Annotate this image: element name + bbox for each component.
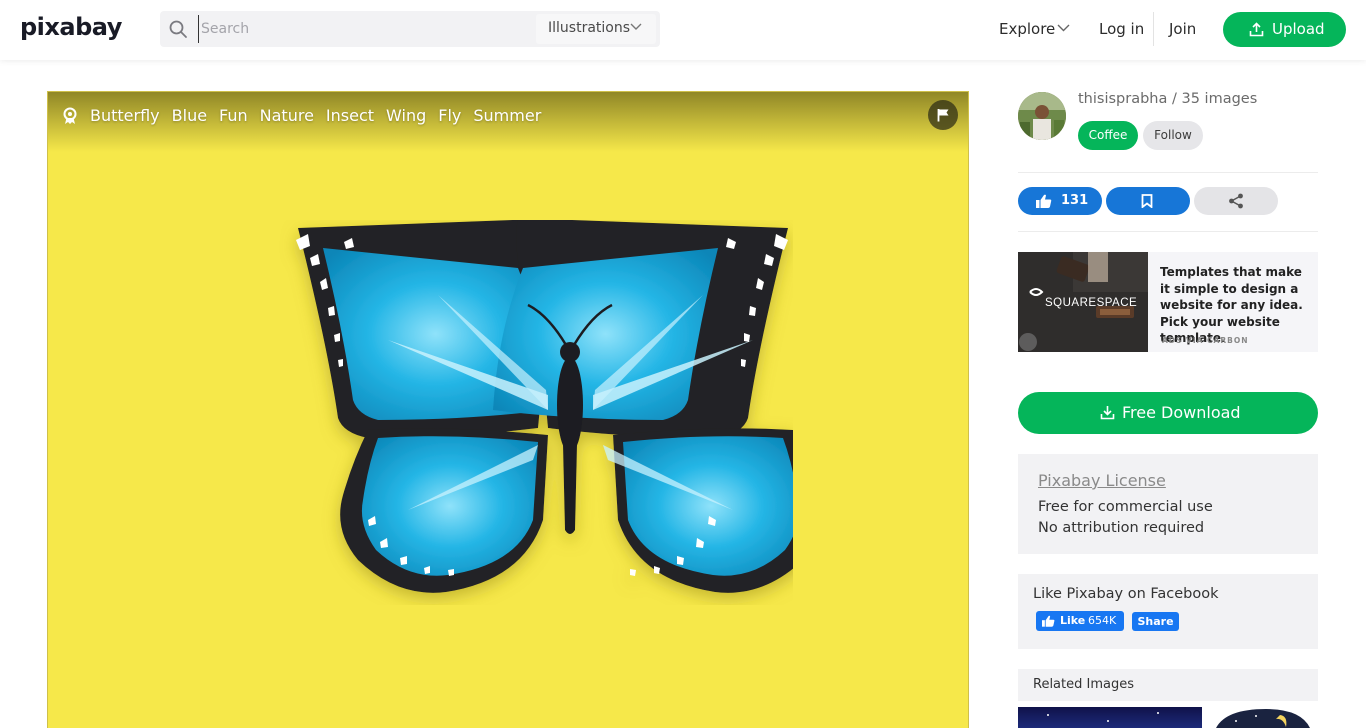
report-button[interactable] xyxy=(928,100,958,130)
explore-menu[interactable]: Explore xyxy=(999,20,1070,38)
related-images-header: Related Images xyxy=(1018,669,1318,701)
facebook-like-count: 654K xyxy=(1088,614,1117,627)
pixabay-logo[interactable]: pixabay xyxy=(20,13,122,41)
facebook-like-button[interactable]: Like 654K xyxy=(1036,611,1124,631)
share-icon xyxy=(1229,193,1243,209)
squarespace-ad-image: SQUARESPACE xyxy=(1018,252,1148,352)
bookmark-icon xyxy=(1141,194,1153,208)
ad-text[interactable]: Templates that make it simple to design … xyxy=(1160,264,1310,347)
license-box: Pixabay License Free for commercial use … xyxy=(1018,454,1318,554)
ad-via-label[interactable]: ADS VIA CARBON xyxy=(1162,336,1249,345)
avatar-image xyxy=(1018,92,1066,140)
bookmark-button[interactable] xyxy=(1106,187,1190,215)
flag-icon xyxy=(937,109,949,122)
chevron-down-icon xyxy=(630,23,642,30)
main-image[interactable]: Butterfly Blue Fun Nature Insect Wing Fl… xyxy=(47,91,969,728)
upload-icon xyxy=(1249,22,1264,37)
tag-link[interactable]: Blue xyxy=(172,106,207,125)
license-link[interactable]: Pixabay License xyxy=(1038,471,1166,490)
tag-link[interactable]: Wing xyxy=(386,106,426,125)
search-bar: Illustrations xyxy=(160,11,660,47)
share-button[interactable] xyxy=(1194,187,1278,215)
facebook-share-button[interactable]: Share xyxy=(1132,612,1179,631)
author-name-line[interactable]: thisisprabha / 35 images xyxy=(1078,91,1257,107)
author-avatar[interactable] xyxy=(1018,92,1066,140)
chevron-down-icon xyxy=(1057,24,1070,32)
follow-button[interactable]: Follow xyxy=(1143,121,1203,150)
tag-link[interactable]: Nature xyxy=(260,106,314,125)
upload-label: Upload xyxy=(1272,20,1325,38)
thumbs-up-icon xyxy=(1042,615,1055,627)
related-images-title: Related Images xyxy=(1033,677,1134,692)
facebook-box: Like Pixabay on Facebook Like 654K Share xyxy=(1018,574,1318,649)
award-icon xyxy=(63,107,77,124)
thumbs-up-icon xyxy=(1036,194,1052,208)
facebook-title: Like Pixabay on Facebook xyxy=(1033,586,1219,602)
search-input[interactable] xyxy=(198,15,528,43)
tag-link[interactable]: Butterfly xyxy=(90,106,160,125)
top-header: pixabay Illustrations Explore Log in Joi… xyxy=(0,0,1366,60)
nav-divider xyxy=(1153,12,1154,46)
ad-image[interactable]: SQUARESPACE xyxy=(1018,252,1148,352)
svg-text:SQUARESPACE: SQUARESPACE xyxy=(1045,297,1137,309)
facebook-like-label: Like xyxy=(1060,614,1086,627)
butterfly-illustration xyxy=(296,220,793,593)
search-icon[interactable] xyxy=(168,19,188,39)
divider xyxy=(1018,172,1318,173)
download-label: Free Download xyxy=(1122,403,1241,422)
search-type-select[interactable]: Illustrations xyxy=(536,14,656,44)
related-image-thumbnail[interactable] xyxy=(1018,707,1202,728)
upload-button[interactable]: Upload xyxy=(1223,12,1346,47)
explore-label: Explore xyxy=(999,20,1056,38)
like-count: 131 xyxy=(1061,193,1089,208)
divider xyxy=(1018,231,1318,232)
starry-night-thumbnail xyxy=(1047,712,1159,722)
tag-link[interactable]: Insect xyxy=(326,106,374,125)
tag-link[interactable]: Fun xyxy=(219,106,248,125)
moon-night-thumbnail xyxy=(1216,709,1310,728)
download-icon xyxy=(1100,406,1115,420)
login-link[interactable]: Log in xyxy=(1099,20,1144,38)
join-link[interactable]: Join xyxy=(1169,20,1196,38)
license-line: No attribution required xyxy=(1038,520,1205,536)
search-type-label: Illustrations xyxy=(548,20,631,36)
coffee-button[interactable]: Coffee xyxy=(1078,121,1138,150)
tag-link[interactable]: Fly xyxy=(438,106,461,125)
carbon-ad[interactable]: SQUARESPACE Templates that make it simpl… xyxy=(1018,252,1318,352)
free-download-button[interactable]: Free Download xyxy=(1018,392,1318,434)
related-image-thumbnail[interactable] xyxy=(1206,707,1318,728)
license-line: Free for commercial use xyxy=(1038,499,1213,515)
tag-link[interactable]: Summer xyxy=(473,106,541,125)
like-button[interactable]: 131 xyxy=(1018,187,1102,215)
tag-list: Butterfly Blue Fun Nature Insect Wing Fl… xyxy=(62,106,553,125)
